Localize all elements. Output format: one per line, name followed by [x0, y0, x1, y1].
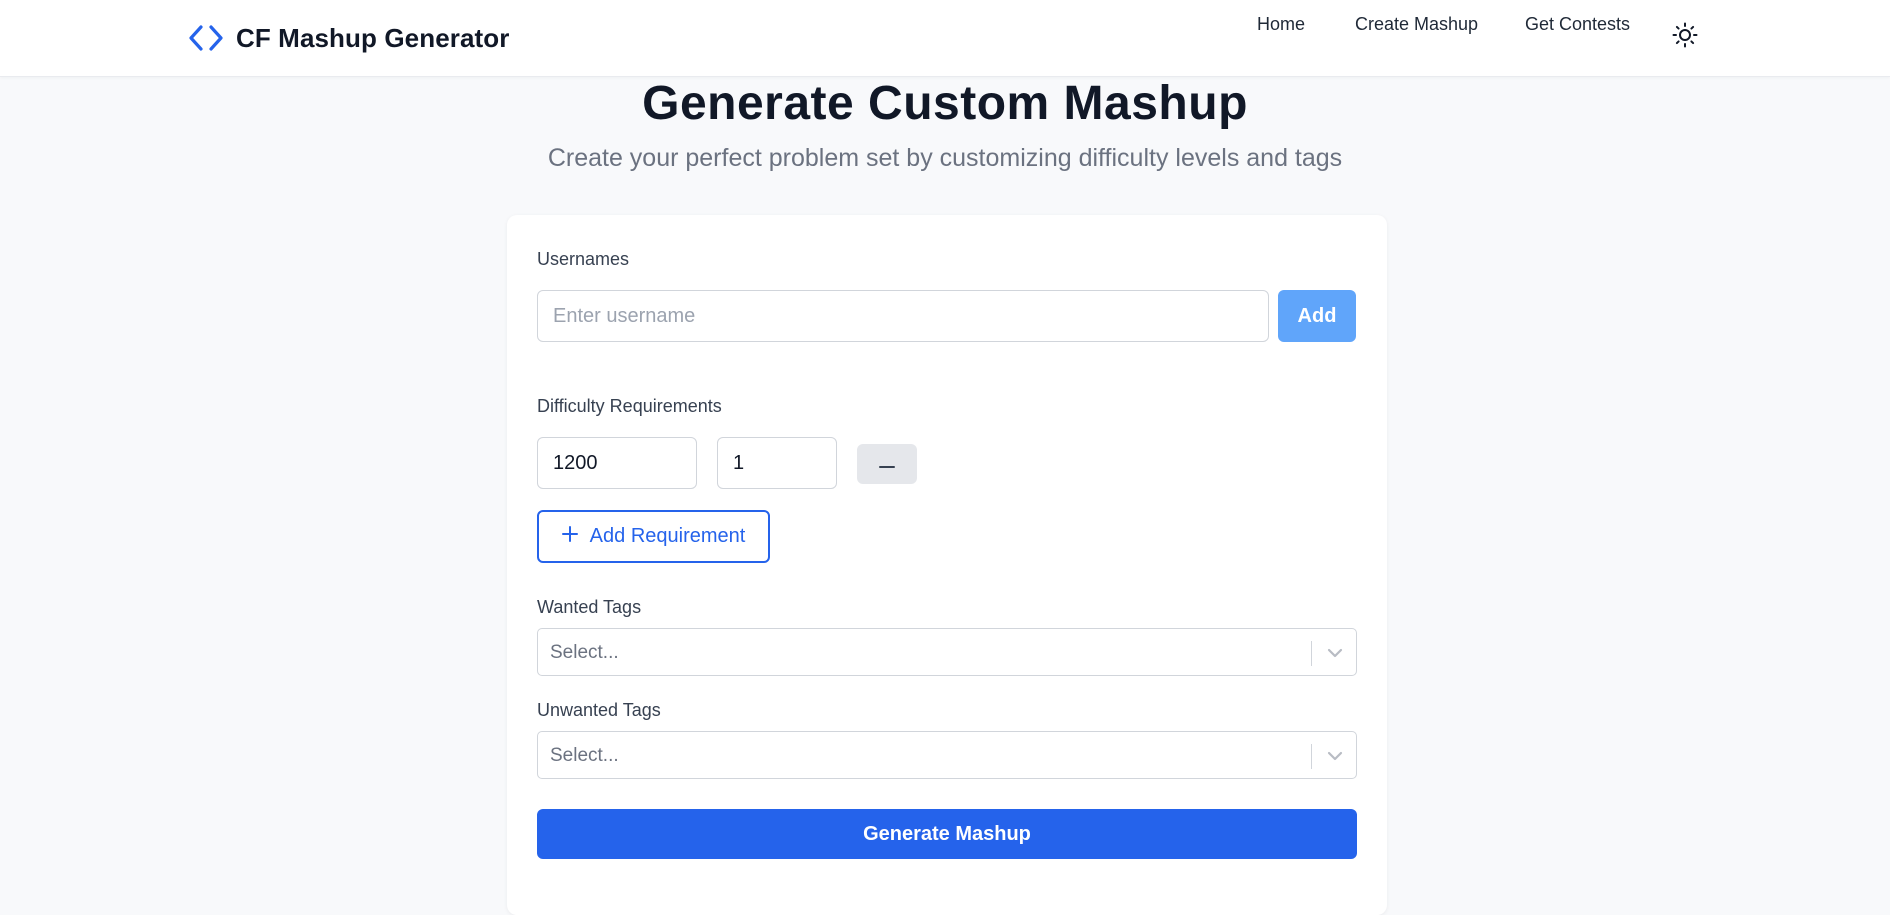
unwanted-tags-select[interactable]: Select...: [537, 731, 1357, 779]
wanted-tags-placeholder: Select...: [550, 642, 619, 663]
nav-link-home[interactable]: Home: [1257, 14, 1337, 35]
sun-icon: [1672, 22, 1698, 53]
nav-link-get-contests[interactable]: Get Contests: [1525, 14, 1645, 35]
chevron-down-icon[interactable]: [1323, 744, 1347, 768]
app-title: CF Mashup Generator: [236, 22, 510, 53]
select-separator: [1311, 744, 1312, 769]
difficulty-count-input[interactable]: [717, 437, 837, 489]
difficulty-requirements-label: Difficulty Requirements: [537, 396, 722, 416]
usernames-label: Usernames: [537, 249, 630, 269]
remove-requirement-button[interactable]: [857, 444, 917, 484]
brand[interactable]: CF Mashup Generator: [186, 20, 510, 56]
select-separator: [1311, 641, 1312, 666]
wanted-tags-select[interactable]: Select...: [537, 628, 1357, 676]
plus-icon: [561, 525, 578, 548]
unwanted-tags-label: Unwanted Tags: [537, 700, 661, 720]
wanted-tags-label: Wanted Tags: [537, 597, 642, 617]
theme-toggle-button[interactable]: [1670, 22, 1700, 52]
minus-icon: [879, 457, 895, 472]
page-title: Generate Custom Mashup: [642, 77, 1248, 130]
page-subtitle: Create your perfect problem set by custo…: [547, 144, 1343, 172]
difficulty-rating-input[interactable]: [537, 437, 697, 489]
generate-mashup-button[interactable]: Generate Mashup: [537, 809, 1357, 859]
unwanted-tags-placeholder: Select...: [550, 745, 619, 766]
top-navbar: CF Mashup Generator Home Create Mashup G…: [0, 0, 1890, 77]
add-username-button[interactable]: Add: [1278, 290, 1356, 342]
chevron-down-icon[interactable]: [1323, 641, 1347, 665]
code-brackets-icon: [186, 23, 226, 53]
nav-link-create-mashup[interactable]: Create Mashup: [1355, 14, 1495, 35]
add-requirement-label: Add Requirement: [589, 525, 746, 547]
add-requirement-button[interactable]: Add Requirement: [537, 510, 770, 563]
mashup-form-card: Usernames Add Difficulty Requirements Ad…: [507, 215, 1387, 915]
username-input[interactable]: [537, 290, 1269, 342]
